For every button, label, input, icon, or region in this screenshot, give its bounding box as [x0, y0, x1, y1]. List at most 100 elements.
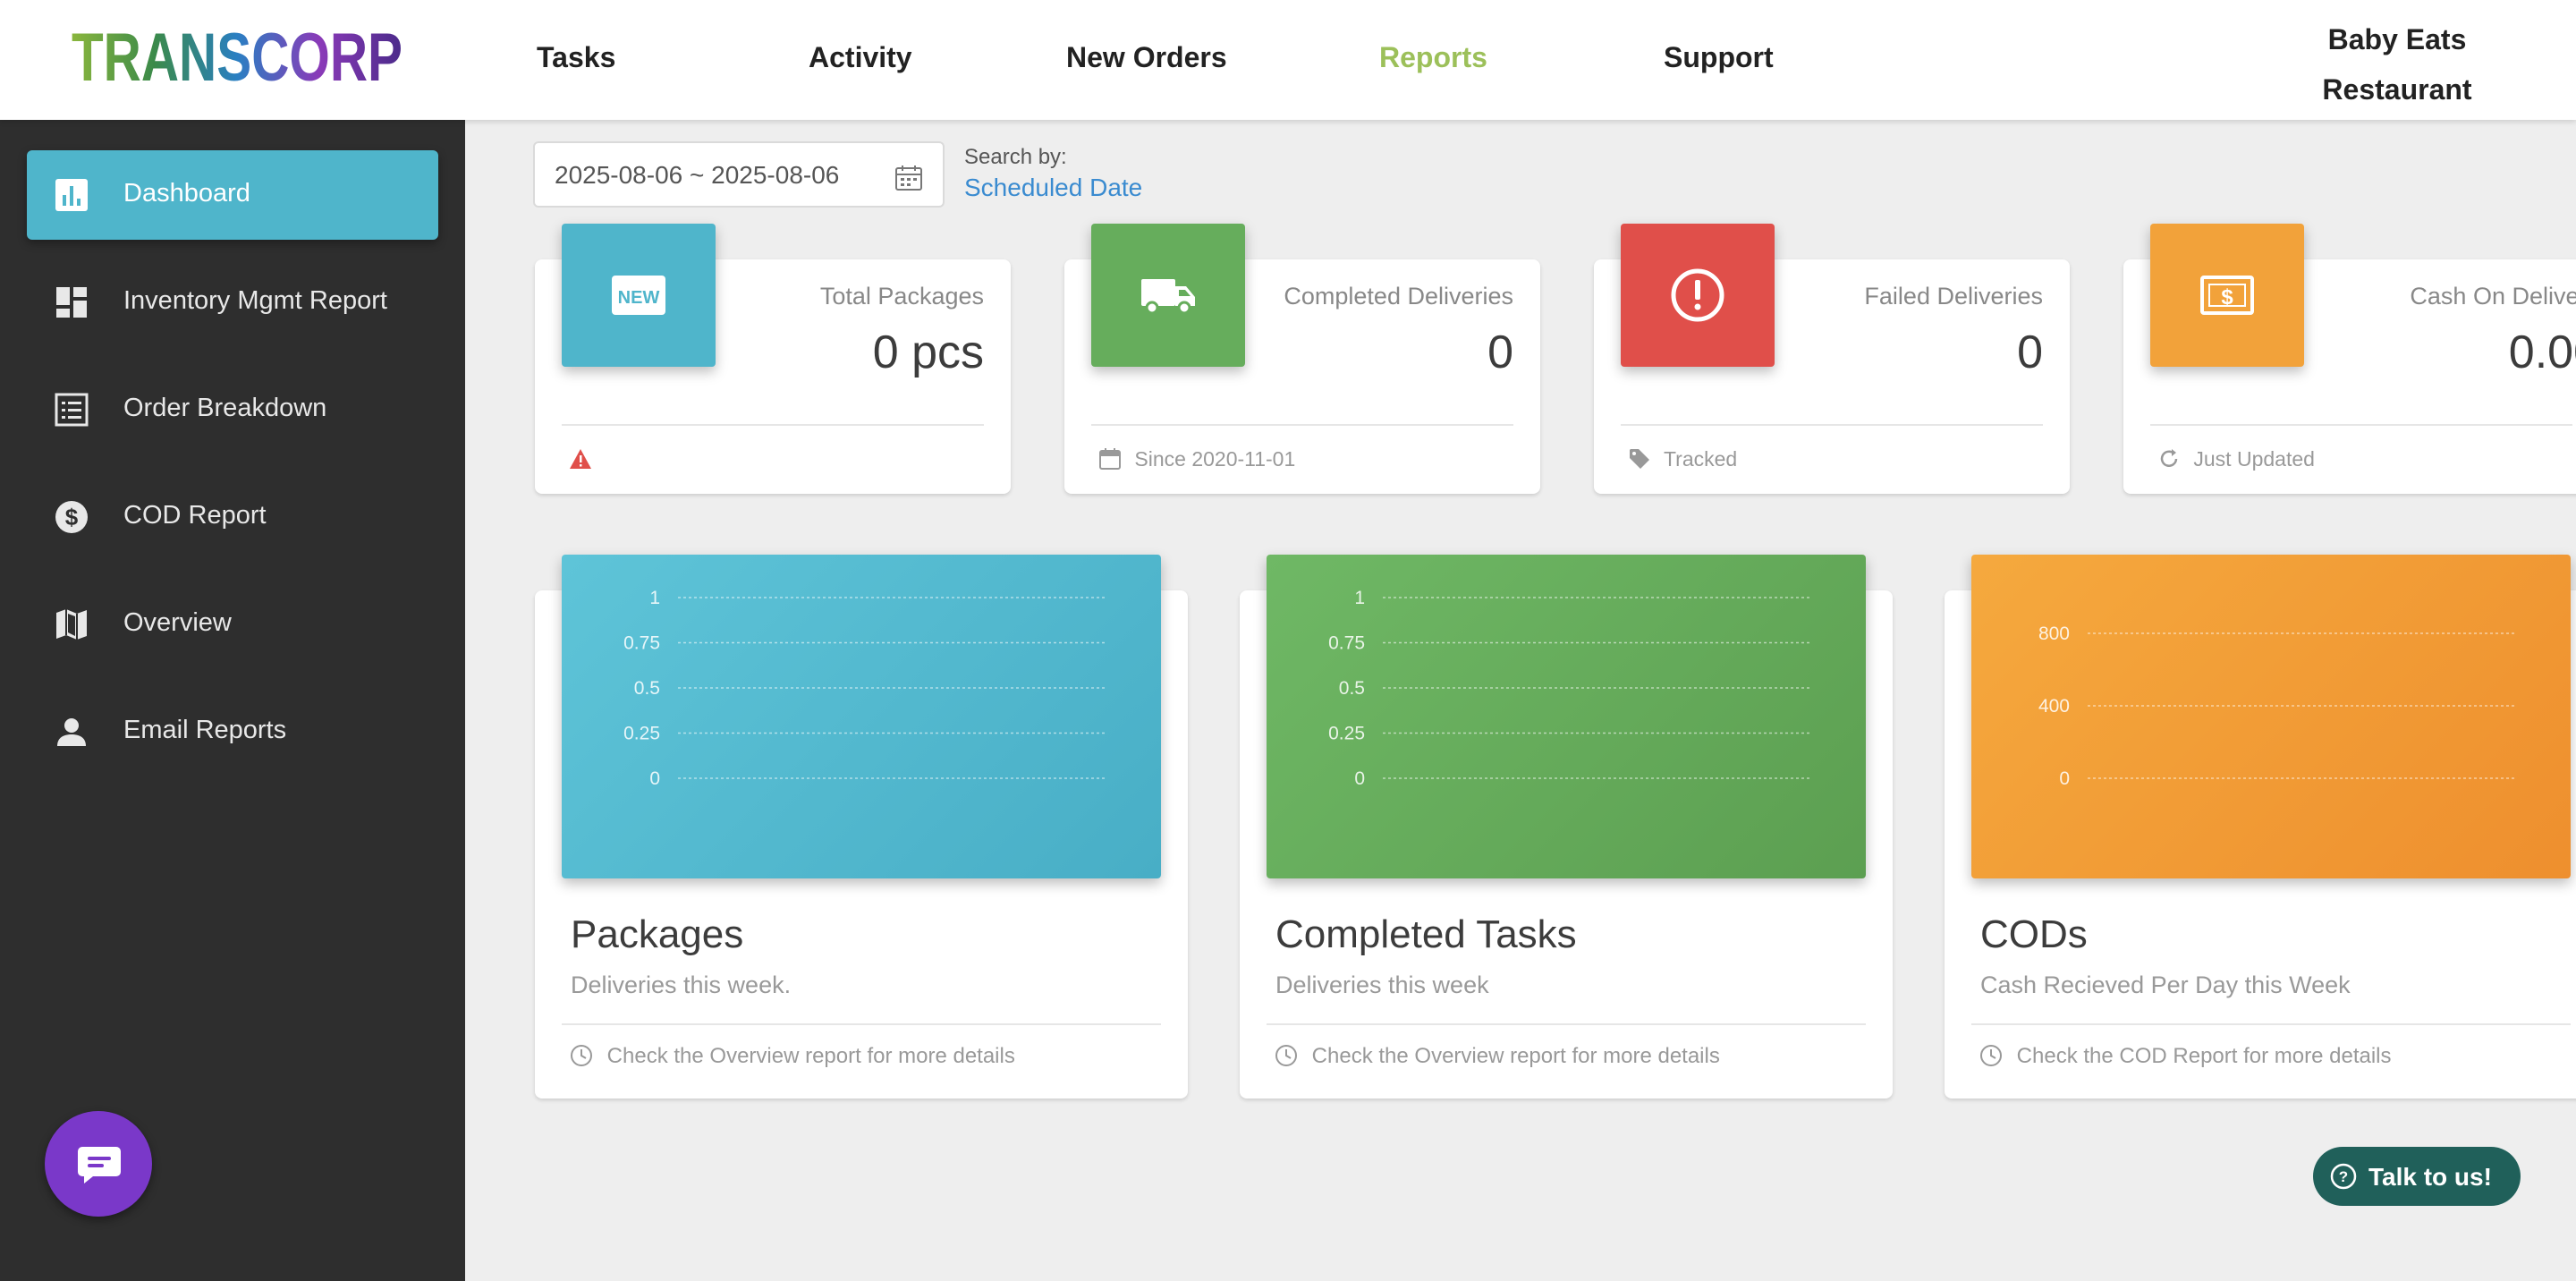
stat-card-total-packages: NEW Total Packages 0 pcs	[535, 224, 1011, 494]
sidebar-item-label: Email Reports	[123, 716, 287, 744]
list-icon	[54, 392, 89, 428]
store-name[interactable]: Baby Eats Restaurant	[2299, 14, 2496, 115]
refresh-icon	[2160, 449, 2178, 467]
stat-card-failed-deliveries: Failed Deliveries 0 Tracked	[1594, 224, 2070, 494]
divider	[1621, 424, 2043, 426]
calendar-icon	[894, 165, 923, 191]
sidebar-item-inventory-mgmt-report[interactable]: Inventory Mgmt Report	[27, 258, 438, 347]
truck-icon	[1141, 279, 1195, 315]
divider	[1267, 1023, 1866, 1025]
nav-reports[interactable]: Reports	[1379, 41, 1487, 74]
new-badge-icon: NEW	[612, 276, 665, 315]
divider	[562, 424, 984, 426]
chart-footer-text: Check the COD Report for more details	[2016, 1044, 2392, 1068]
stat-card-cash-on-delivery: $ Cash On Delivery 0.00 Just Updated	[2123, 224, 2576, 494]
date-range-value: 2025-08-06 ~ 2025-08-06	[555, 161, 840, 189]
store-name-line2: Restaurant	[2322, 73, 2472, 106]
search-by-label: Search by:	[964, 145, 1067, 169]
chart-footer-text: Check the Overview report for more detai…	[1311, 1044, 1720, 1068]
chart-ytick-label: 0.25	[1328, 724, 1365, 744]
sidebar-item-label: Inventory Mgmt Report	[123, 286, 387, 315]
chart-panel: 1 0.75 0.5 0.25 0	[1267, 555, 1866, 878]
help-circle-icon: ?	[2330, 1163, 2357, 1190]
bar-chart-icon	[54, 177, 89, 213]
search-by-selector[interactable]: Scheduled Date	[964, 174, 1142, 202]
stat-card-completed-deliveries: Completed Deliveries 0 Since 2020-11-01	[1064, 224, 1540, 494]
cods-line-chart: 800 400 0	[2038, 624, 2517, 789]
date-range-picker[interactable]: 2025-08-06 ~ 2025-08-06	[533, 141, 945, 208]
dollar-circle-icon: $	[54, 499, 89, 535]
stat-value: 0	[1487, 327, 1513, 378]
transcorp-logo[interactable]: TRANSCORP	[72, 20, 406, 96]
stat-footer: Tracked	[1628, 447, 1737, 471]
nav-support[interactable]: Support	[1664, 41, 1774, 74]
chart-ytick-label: 0.5	[634, 678, 660, 699]
divider	[1971, 1023, 2571, 1025]
chart-ytick-label: 0	[1354, 768, 1365, 789]
chart-card-packages: 1 0.75 0.5 0.25 0 Packages Deliveries this w…	[535, 555, 1188, 1099]
chart-ytick-label: 0	[649, 768, 660, 789]
store-name-line1: Baby Eats	[2327, 23, 2467, 55]
chart-panel: 1 0.75 0.5 0.25 0	[562, 555, 1161, 878]
svg-text:$: $	[65, 504, 79, 530]
stat-value: 0 pcs	[872, 327, 984, 378]
person-icon	[54, 714, 89, 750]
map-icon	[54, 607, 89, 642]
alert-circle-icon	[1671, 268, 1724, 322]
nav-new-orders[interactable]: New Orders	[1066, 41, 1227, 74]
sidebar-item-label: Order Breakdown	[123, 394, 327, 422]
stat-badge: $	[2150, 224, 2304, 367]
main-content: 2025-08-06 ~ 2025-08-06 Search by: Sched…	[465, 120, 2576, 1281]
clock-icon	[1275, 1045, 1297, 1066]
chart-footer: Check the Overview report for more detai…	[569, 1043, 1015, 1069]
chart-ytick-label: 0.75	[623, 633, 660, 654]
chart-title: CODs	[1980, 912, 2088, 956]
stat-badge	[1091, 224, 1245, 367]
chart-footer-text: Check the Overview report for more detai…	[606, 1044, 1015, 1068]
sidebar: Dashboard Inventory Mgmt Report Order Br…	[0, 120, 465, 1281]
chart-ytick-label: 0.25	[623, 724, 660, 744]
divider	[562, 1023, 1161, 1025]
stat-title: Cash On Delivery	[2410, 283, 2576, 310]
chart-ytick-label: 400	[2038, 696, 2070, 717]
svg-text:?: ?	[2339, 1168, 2348, 1185]
completed-tasks-line-chart: 1 0.75 0.5 0.25 0	[1328, 588, 1812, 789]
logo-wordmark: TRANSCORP	[72, 23, 402, 89]
chart-title: Packages	[571, 912, 744, 956]
svg-text:NEW: NEW	[618, 288, 660, 308]
chart-card-completed-tasks: 1 0.75 0.5 0.25 0 Completed Tasks Deliveries…	[1240, 555, 1893, 1099]
sidebar-item-cod-report[interactable]: $ COD Report	[27, 472, 438, 562]
svg-text:$: $	[2221, 285, 2233, 310]
nav-tasks[interactable]: Tasks	[537, 41, 615, 74]
stat-footer-text: Since 2020-11-01	[1134, 447, 1296, 471]
stat-badge: NEW	[562, 224, 716, 367]
sidebar-item-dashboard[interactable]: Dashboard	[27, 150, 438, 240]
chart-subtitle: Cash Recieved Per Day this Week	[1980, 971, 2351, 998]
chart-footer: Check the Overview report for more detai…	[1274, 1043, 1720, 1069]
talk-to-us-label: Talk to us!	[2368, 1163, 2492, 1191]
stat-footer-text: Just Updated	[2193, 447, 2315, 471]
tag-icon	[1630, 449, 1649, 469]
chart-ytick-label: 0	[2059, 768, 2070, 789]
warning-icon	[570, 449, 591, 469]
top-navbar: TRANSCORP Tasks Activity New Orders Repo…	[0, 0, 2576, 120]
stat-footer-text: Tracked	[1663, 447, 1738, 471]
chart-subtitle: Deliveries this week.	[571, 971, 792, 998]
packages-line-chart: 1 0.75 0.5 0.25 0	[623, 588, 1107, 789]
sidebar-item-order-breakdown[interactable]: Order Breakdown	[27, 365, 438, 454]
cash-icon: $	[2200, 276, 2254, 315]
stat-title: Completed Deliveries	[1284, 283, 1513, 310]
stat-footer: Since 2020-11-01	[1098, 447, 1295, 471]
clock-icon	[571, 1045, 592, 1066]
chart-footer: Check the COD Report for more details	[1979, 1043, 2392, 1069]
nav-activity[interactable]: Activity	[809, 41, 912, 74]
calendar-icon	[1099, 448, 1121, 470]
sidebar-item-overview[interactable]: Overview	[27, 580, 438, 669]
sidebar-item-email-reports[interactable]: Email Reports	[27, 687, 438, 776]
stat-value: 0	[2017, 327, 2043, 378]
divider	[1091, 424, 1513, 426]
chart-panel: 800 400 0	[1971, 555, 2571, 878]
chat-bubble-icon	[78, 1147, 121, 1183]
chat-widget-button[interactable]	[45, 1111, 152, 1217]
talk-to-us-button[interactable]: ? Talk to us!	[2313, 1147, 2521, 1206]
